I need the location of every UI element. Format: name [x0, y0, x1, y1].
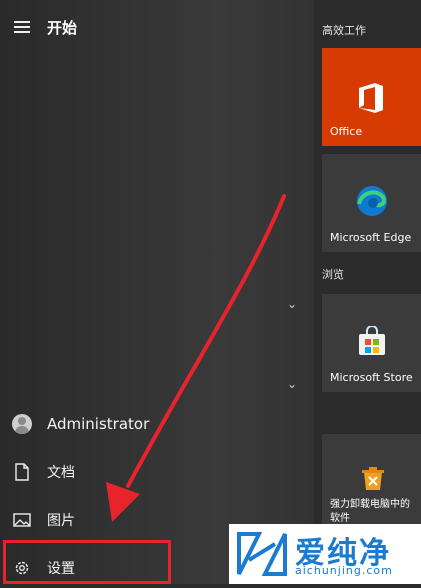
- start-header: 开始: [0, 0, 314, 56]
- picture-icon: [11, 509, 33, 531]
- nav-user-label: Administrator: [47, 415, 150, 433]
- tile-store-label: Microsoft Store: [330, 371, 413, 384]
- user-avatar-icon: [11, 413, 33, 435]
- tile-store[interactable]: Microsoft Store: [322, 294, 421, 392]
- nav-user[interactable]: Administrator: [0, 404, 230, 444]
- tiles-pane: 高效工作 Office Microsoft Edge 浏览 Microsoft …: [314, 0, 421, 584]
- tile-office-label: Office: [330, 125, 363, 138]
- tile-office[interactable]: Office: [322, 48, 421, 146]
- nav-pictures-label: 图片: [47, 513, 75, 529]
- chevron-down-icon[interactable]: ⌄: [284, 376, 300, 392]
- store-icon: [357, 325, 387, 360]
- nav-documents-label: 文档: [47, 465, 75, 481]
- office-icon: [356, 82, 386, 118]
- nav-documents[interactable]: 文档: [0, 452, 230, 492]
- group-label-browse: 浏览: [322, 268, 344, 281]
- settings-highlight-box: [3, 540, 171, 584]
- edge-icon: [355, 184, 389, 222]
- start-left-pane: 开始 ⌄ ⌄ Administrator 文档 图片 设置: [0, 0, 314, 584]
- uninstall-icon: [360, 464, 386, 496]
- hamburger-icon[interactable]: [14, 21, 30, 33]
- tile-edge[interactable]: Microsoft Edge: [322, 154, 421, 252]
- document-icon: [11, 461, 33, 483]
- start-title: 开始: [47, 19, 78, 37]
- chevron-down-icon[interactable]: ⌄: [284, 296, 300, 312]
- group-label-productivity: 高效工作: [322, 24, 366, 37]
- watermark: 爱纯净 aichunjing.com: [229, 524, 421, 584]
- watermark-url: aichunjing.com: [295, 564, 393, 577]
- nav-pictures[interactable]: 图片: [0, 500, 230, 540]
- tile-edge-label: Microsoft Edge: [330, 231, 412, 244]
- watermark-logo-icon: [237, 532, 287, 576]
- tile-uninstall-label: 强力卸载电脑中的软件: [330, 499, 410, 524]
